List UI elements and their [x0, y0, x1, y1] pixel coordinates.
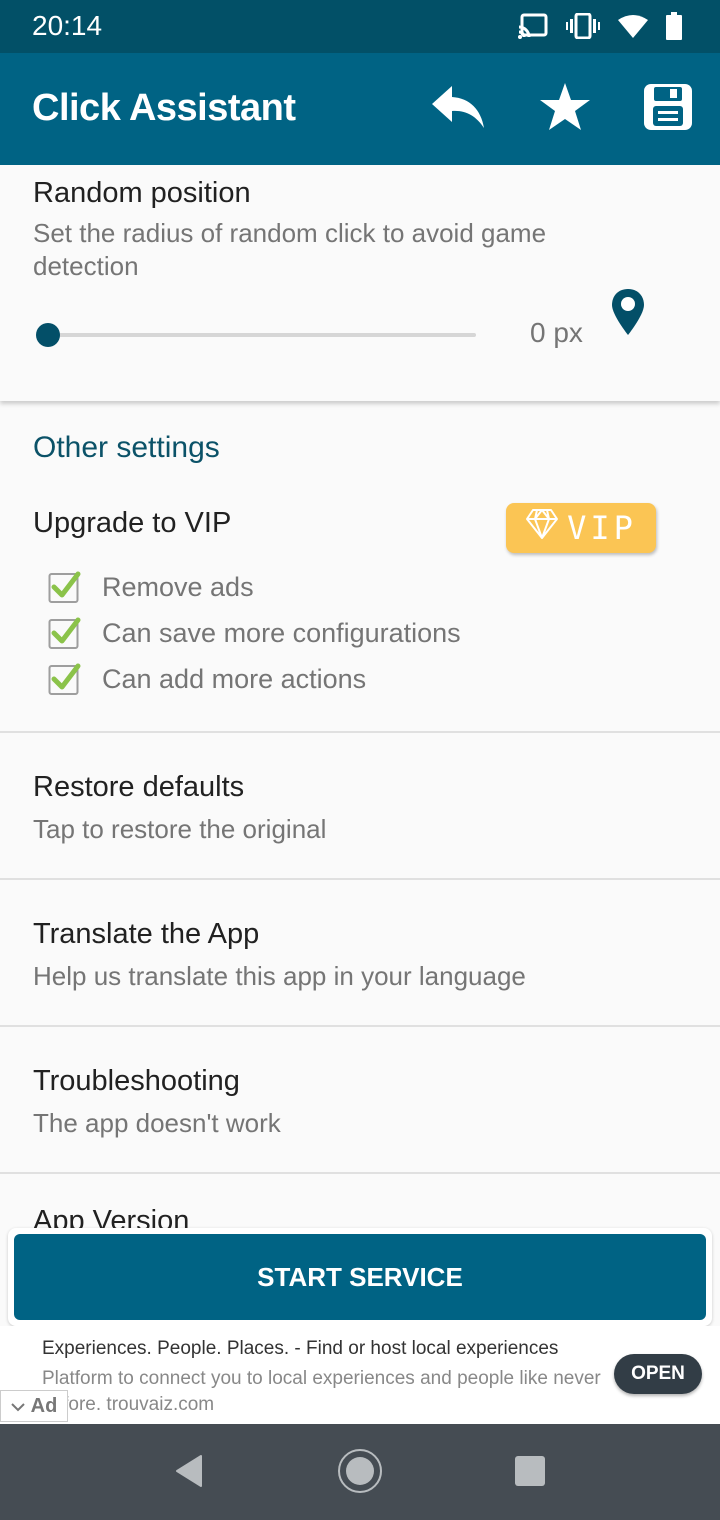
item-title: Troubleshooting	[33, 1065, 240, 1097]
slider-thumb[interactable]	[36, 323, 60, 347]
checkbox-checked-icon	[48, 570, 82, 604]
item-title: Translate the App	[33, 918, 260, 950]
random-position-card: Random position Set the radius of random…	[0, 165, 720, 401]
start-service-container: START SERVICE	[8, 1228, 712, 1326]
vip-perk-label: Can add more actions	[102, 663, 367, 694]
undo-icon	[430, 84, 486, 135]
status-bar: 20:14	[0, 0, 720, 53]
ad-badge-label: Ad	[30, 1394, 58, 1417]
location-pin-icon	[610, 289, 646, 341]
slider-track	[46, 333, 476, 337]
start-service-button[interactable]: START SERVICE	[14, 1234, 706, 1320]
troubleshooting-item[interactable]: Troubleshooting The app doesn't work	[0, 1027, 720, 1172]
random-position-title: Random position	[33, 177, 251, 209]
upgrade-vip-title: Upgrade to VIP	[33, 507, 232, 539]
location-pin-button[interactable]	[610, 287, 646, 342]
undo-button[interactable]	[428, 79, 488, 139]
vibrate-icon	[566, 12, 600, 44]
ad-choices-badge[interactable]: Ad	[0, 1390, 68, 1422]
save-icon	[642, 82, 694, 137]
vip-perk-label: Can save more configurations	[102, 617, 461, 648]
vip-perk-label: Remove ads	[102, 571, 254, 602]
nav-back-button[interactable]	[163, 1448, 213, 1498]
ad-banner[interactable]: Experiences. People. Places. - Find or h…	[0, 1326, 720, 1424]
vip-button[interactable]: VIP	[506, 503, 656, 553]
status-time: 20:14	[32, 10, 103, 41]
save-button[interactable]	[638, 79, 698, 139]
vip-perk-item: Can save more configurations	[48, 616, 461, 650]
item-subtitle: Help us translate this app in your langu…	[33, 961, 526, 991]
star-icon	[539, 82, 591, 137]
restore-defaults-item[interactable]: Restore defaults Tap to restore the orig…	[0, 733, 720, 878]
system-nav-bar	[0, 1424, 720, 1520]
other-settings-header: Other settings	[33, 431, 220, 464]
translate-app-item[interactable]: Translate the App Help us translate this…	[0, 880, 720, 1025]
ad-headline[interactable]: Experiences. People. Places. - Find or h…	[42, 1338, 558, 1360]
home-circle-icon	[337, 1448, 383, 1499]
chevron-down-icon	[10, 1395, 25, 1418]
checkbox-checked-icon	[48, 616, 82, 650]
ad-body[interactable]: Platform to connect you to local experie…	[42, 1366, 602, 1418]
divider	[0, 1172, 720, 1174]
nav-home-button[interactable]	[335, 1448, 385, 1498]
vip-button-label: VIP	[567, 509, 637, 547]
item-subtitle: The app doesn't work	[33, 1108, 281, 1138]
cast-icon	[518, 13, 548, 44]
ad-open-button[interactable]: OPEN	[614, 1354, 702, 1394]
back-triangle-icon	[173, 1454, 203, 1493]
checkbox-checked-icon	[48, 662, 82, 696]
random-position-subtitle: Set the radius of random click to avoid …	[33, 218, 547, 281]
battery-icon	[666, 12, 682, 45]
vip-perk-item: Can add more actions	[48, 662, 366, 696]
app-bar: Click Assistant	[0, 53, 720, 165]
nav-recents-button[interactable]	[505, 1448, 555, 1498]
wifi-icon	[618, 14, 648, 43]
recents-square-icon	[514, 1455, 546, 1492]
item-subtitle: Tap to restore the original	[33, 814, 327, 844]
diamond-icon	[525, 508, 559, 548]
slider-value-label: 0 px	[530, 317, 583, 348]
app-title: Click Assistant	[32, 87, 296, 129]
random-radius-slider[interactable]	[36, 321, 476, 349]
item-title: Restore defaults	[33, 771, 245, 803]
vip-perk-item: Remove ads	[48, 570, 254, 604]
favorite-button[interactable]	[535, 79, 595, 139]
